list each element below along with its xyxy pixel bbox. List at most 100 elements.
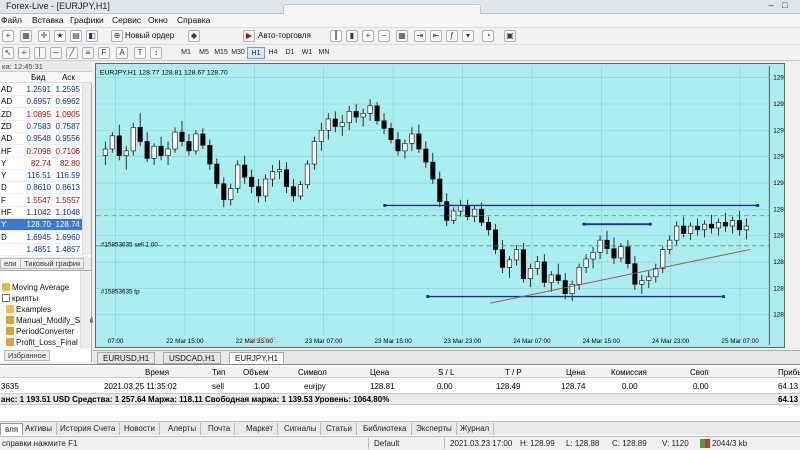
status-profile[interactable]: Default <box>374 439 399 448</box>
menu-charts[interactable]: Графики <box>70 15 104 25</box>
navigator-item[interactable]: крипты <box>2 294 38 303</box>
tab-eurusd[interactable]: EURUSD,H1 <box>97 352 156 364</box>
folder-toggle-icon[interactable] <box>2 294 10 302</box>
timeframe-h1[interactable]: H1 <box>247 47 265 59</box>
tab-usdcad[interactable]: USDCAD,H1 <box>163 352 222 364</box>
tab-code-base[interactable]: Библиотека <box>359 423 412 435</box>
auto-trading-icon[interactable]: ▶ <box>243 30 255 42</box>
tab-signals[interactable]: Сигналы <box>280 423 322 435</box>
navigator-item[interactable]: Moving Average <box>2 283 69 292</box>
new-order-icon[interactable]: ⊕ <box>111 30 123 42</box>
market-watch-row[interactable]: ZD 1.0895 1.0905 <box>0 109 82 121</box>
tab-exposure[interactable]: Активы <box>21 423 58 435</box>
navigator-item[interactable]: Examples <box>6 305 51 314</box>
tab-account-history[interactable]: История Счета <box>56 423 121 435</box>
col-swap[interactable]: Своп <box>690 368 709 377</box>
table-row[interactable]: 3635 2021.03.25 11:35:02 sell 1.00 eurjp… <box>0 381 800 393</box>
new-order-button[interactable]: Новый ордер <box>125 31 174 40</box>
timeframe-m5[interactable]: M5 <box>195 47 213 59</box>
market-watch-scrollbar[interactable] <box>82 83 91 255</box>
cursor-icon[interactable]: ↖ <box>2 47 14 59</box>
tab-journal[interactable]: Журнал <box>456 423 495 435</box>
indicators-icon[interactable]: ƒ <box>446 30 458 42</box>
fibonacci-icon[interactable]: F <box>98 47 110 59</box>
timeframe-d1[interactable]: D1 <box>281 47 299 59</box>
timeframe-mn[interactable]: MN <box>315 47 333 59</box>
channel-icon[interactable]: ≡ <box>82 47 94 59</box>
zoom-in-icon[interactable]: + <box>362 30 374 42</box>
tab-favorites[interactable]: Избранное <box>4 350 51 361</box>
market-watch-row[interactable]: AD 0.6957 0.6962 <box>0 96 82 109</box>
tab-news[interactable]: Новости <box>120 423 160 435</box>
tab-symbols[interactable]: ели <box>0 258 21 269</box>
market-watch-row[interactable]: Y 82.74 82.80 <box>0 158 82 170</box>
market-watch-row[interactable]: F 1.5547 1.5557 <box>0 195 82 207</box>
col-sl[interactable]: S / L <box>438 368 454 377</box>
tab-experts[interactable]: Эксперты <box>412 423 457 435</box>
market-watch-row[interactable]: AD 0.9548 0.9556 <box>0 133 82 146</box>
bid-column-header[interactable]: Бид <box>31 73 45 82</box>
col-time[interactable]: Время <box>145 368 169 377</box>
autoscroll-icon[interactable]: ⇤ <box>430 30 442 42</box>
minimize-icon[interactable]: – <box>766 0 776 10</box>
market-watch-row[interactable]: HF 0.7098 0.7106 <box>0 146 82 158</box>
col-symbol[interactable]: Символ <box>298 368 327 377</box>
arrows-icon[interactable]: ↕ <box>150 47 162 59</box>
menu-insert[interactable]: Вставка <box>32 15 64 25</box>
market-watch-row[interactable]: 1.4851 1.4857 <box>0 244 82 256</box>
label-tool-icon[interactable]: T <box>134 47 146 59</box>
price-chart[interactable]: 129 129 129 129 129 128 128 128 128 128 07:00 22 M… <box>95 63 785 348</box>
candle-chart-icon[interactable]: ▮ <box>346 30 358 42</box>
tab-alerts[interactable]: Алерты <box>164 423 202 435</box>
menu-file[interactable]: Файл <box>1 15 22 25</box>
col-price[interactable]: Цена <box>370 368 389 377</box>
tab-trade[interactable]: вля <box>0 423 24 435</box>
text-tool-icon[interactable]: A <box>116 47 128 59</box>
market-watch-row[interactable]: D 0.8610 0.8613 <box>0 182 82 195</box>
tile-windows-icon[interactable]: ▦ <box>396 30 408 42</box>
bar-chart-icon[interactable]: ┃ <box>330 30 342 42</box>
profiles-icon[interactable]: ▦ <box>20 30 32 42</box>
tester-icon[interactable]: ◧ <box>86 30 98 42</box>
tab-eurjpy[interactable]: EURJPY,H1 <box>229 352 284 364</box>
col-profit[interactable]: Прибы <box>778 368 800 377</box>
periods-icon[interactable]: ▾ <box>462 30 474 42</box>
market-watch-row[interactable]: AD 1.2591 1.2595 <box>0 84 82 96</box>
market-watch-row[interactable]: Y 128.70 128.74 <box>0 219 82 232</box>
maximize-icon[interactable]: □ <box>780 0 790 10</box>
col-price-current[interactable]: Цена <box>566 368 585 377</box>
ask-column-header[interactable]: Аск <box>62 73 75 82</box>
tab-market[interactable]: Маркет <box>242 423 279 435</box>
vertical-line-icon[interactable]: │ <box>34 47 46 59</box>
timeframe-w1[interactable]: W1 <box>298 47 316 59</box>
navigator-icon[interactable]: ★ <box>54 30 66 42</box>
auto-trading-button[interactable]: Авто-торговля <box>258 31 311 40</box>
col-commission[interactable]: Комиссия <box>611 368 647 377</box>
market-watch-row[interactable]: D 1.6945 1.6960 <box>0 232 82 244</box>
timeframe-m1[interactable]: M1 <box>177 47 195 59</box>
timeframe-m15[interactable]: M15 <box>212 47 230 59</box>
menu-tools[interactable]: Сервис <box>112 15 141 25</box>
trendline-icon[interactable]: ╱ <box>66 47 78 59</box>
menu-help[interactable]: Справка <box>177 15 210 25</box>
col-volume[interactable]: Объем <box>243 368 269 377</box>
col-tp[interactable]: T / P <box>505 368 522 377</box>
tab-tick-chart[interactable]: Тиковый график <box>20 258 85 269</box>
crosshair-tool-icon[interactable]: + <box>18 47 30 59</box>
market-watch-row[interactable]: Y 116.51 116.59 <box>0 170 82 183</box>
zoom-out-icon[interactable]: − <box>378 30 390 42</box>
col-type[interactable]: Тип <box>212 368 225 377</box>
screenshot-icon[interactable]: ▣ <box>504 30 516 42</box>
templates-icon[interactable]: ◔ <box>482 30 494 42</box>
terminal-icon[interactable]: ▤ <box>70 30 82 42</box>
market-watch-row[interactable]: ZD 0.7583 0.7587 <box>0 121 82 133</box>
tab-articles[interactable]: Статьи <box>322 423 357 435</box>
tab-mailbox[interactable]: Почта <box>204 423 236 435</box>
horizontal-line-icon[interactable]: ─ <box>50 47 62 59</box>
navigator-scrollbar[interactable] <box>80 271 90 349</box>
timeframe-h4[interactable]: H4 <box>264 47 282 59</box>
new-chart-icon[interactable]: + <box>2 30 14 42</box>
chart-shift-icon[interactable]: ⇥ <box>414 30 426 42</box>
meta-editor-icon[interactable]: ◆ <box>188 30 200 42</box>
timeframe-m30[interactable]: M30 <box>229 47 247 59</box>
